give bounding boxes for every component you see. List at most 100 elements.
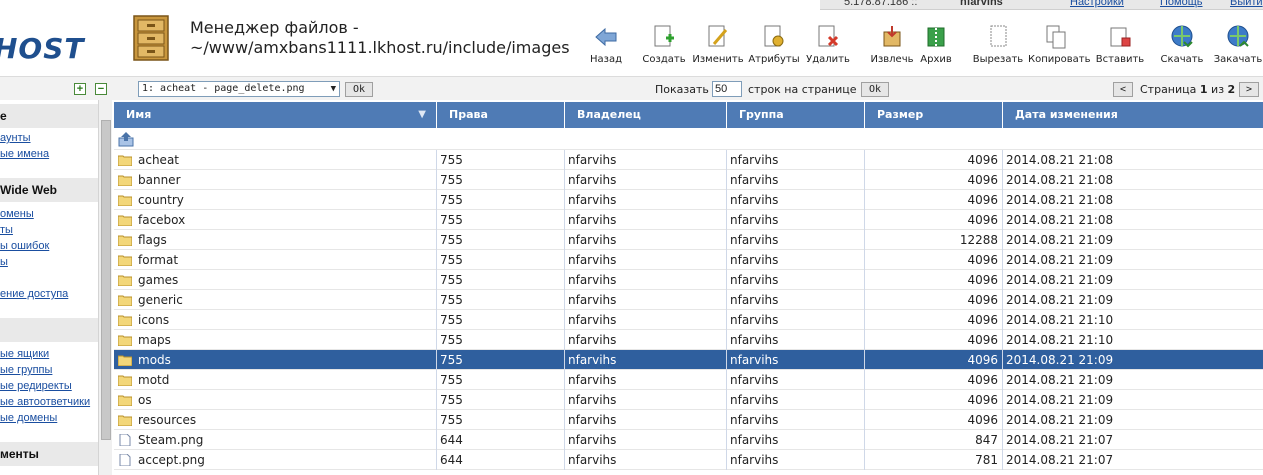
table-row[interactable]: motd 755 nfarvihs nfarvihs 4096 2014.08.21 21…	[114, 370, 1263, 390]
column-header-date[interactable]: Дата изменения	[1003, 102, 1263, 128]
delete-button[interactable]: Удалить	[800, 16, 856, 65]
archive-button[interactable]: Архив	[908, 16, 964, 65]
cell-size: 4096	[865, 410, 1003, 430]
collapse-all-icon[interactable]: −	[95, 83, 107, 95]
paste-icon	[1110, 27, 1131, 47]
next-page-button[interactable]: >	[1239, 82, 1259, 97]
table-row[interactable]: icons 755 nfarvihs nfarvihs 4096 2014.08.21 2…	[114, 310, 1263, 330]
attributes-icon	[764, 25, 784, 47]
create-button[interactable]: Создать	[636, 16, 692, 65]
parent-directory-row[interactable]	[114, 128, 1263, 150]
file-select[interactable]: 1: acheat - page_delete.png ▼	[138, 81, 340, 97]
sidebar-item-autoresponders[interactable]: ые автоответчики	[0, 396, 90, 408]
cell-group: nfarvihs	[727, 450, 865, 470]
up-directory-icon	[118, 132, 134, 147]
cell-name[interactable]: motd	[114, 370, 437, 390]
column-header-perm[interactable]: Права	[437, 102, 565, 128]
table-row[interactable]: format 755 nfarvihs nfarvihs 4096 2014.08.21 …	[114, 250, 1263, 270]
settings-link[interactable]: Настройки	[1070, 0, 1124, 8]
cell-perm: 755	[437, 170, 565, 190]
scrollbar-thumb[interactable]	[101, 120, 111, 440]
table-row[interactable]: generic 755 nfarvihs nfarvihs 4096 2014.08.21…	[114, 290, 1263, 310]
rows-ok-button[interactable]: Ok	[861, 82, 889, 97]
cell-name[interactable]: banner	[114, 170, 437, 190]
sidebar-item-names[interactable]: ые имена	[0, 148, 49, 160]
table-row[interactable]: maps 755 nfarvihs nfarvihs 4096 2014.08.21 21…	[114, 330, 1263, 350]
sidebar-item-mail-domains[interactable]: ые домены	[0, 412, 57, 424]
cell-name[interactable]: maps	[114, 330, 437, 350]
cut-button[interactable]: Вырезать	[970, 16, 1026, 65]
sidebar-item-access[interactable]: ение доступа	[0, 288, 68, 300]
cell-name[interactable]: format	[114, 250, 437, 270]
cell-size: 4096	[865, 310, 1003, 330]
sidebar-item-sites[interactable]: ты	[0, 224, 13, 236]
cell-owner: nfarvihs	[565, 450, 727, 470]
select-ok-button[interactable]: Ok	[345, 82, 373, 97]
cell-owner: nfarvihs	[565, 430, 727, 450]
cell-name[interactable]: games	[114, 270, 437, 290]
cell-size: 4096	[865, 330, 1003, 350]
cell-perm: 644	[437, 450, 565, 470]
cell-name[interactable]: acheat	[114, 150, 437, 170]
rows-per-page-input[interactable]: 50	[712, 81, 742, 97]
column-header-owner[interactable]: Владелец	[565, 102, 727, 128]
column-header-group[interactable]: Группа	[727, 102, 865, 128]
help-link[interactable]: Помощь	[1160, 0, 1203, 8]
table-row[interactable]: os 755 nfarvihs nfarvihs 4096 2014.08.21 21:0…	[114, 390, 1263, 410]
download-button[interactable]: Скачать	[1154, 16, 1210, 65]
sidebar-item-files[interactable]: ы	[0, 256, 8, 268]
table-row[interactable]: banner 755 nfarvihs nfarvihs 4096 2014.08.21 …	[114, 170, 1263, 190]
attributes-button[interactable]: Атрибуты	[746, 16, 802, 65]
paste-button[interactable]: Вставить	[1092, 16, 1148, 65]
prev-page-button[interactable]: <	[1113, 82, 1133, 97]
cell-perm: 755	[437, 150, 565, 170]
cell-name[interactable]: Steam.png	[114, 430, 437, 450]
table-row[interactable]: flags 755 nfarvihs nfarvihs 12288 2014.08.21 …	[114, 230, 1263, 250]
back-button[interactable]: Назад	[578, 16, 634, 65]
sidebar-item-mail-groups[interactable]: ые группы	[0, 364, 52, 376]
sidebar-section-title: e	[0, 104, 98, 128]
sidebar-item-redirects[interactable]: ые редиректы	[0, 380, 72, 392]
table-row[interactable]: country 755 nfarvihs nfarvihs 4096 2014.08.21…	[114, 190, 1263, 210]
cell-name[interactable]: mods	[114, 350, 437, 370]
column-header-name[interactable]: Имя ▼	[114, 102, 437, 128]
cell-perm: 644	[437, 430, 565, 450]
cell-owner: nfarvihs	[565, 410, 727, 430]
cell-date: 2014.08.21 21:09	[1006, 393, 1114, 407]
cell-size: 4096	[865, 150, 1003, 170]
table-row[interactable]: accept.png 644 nfarvihs nfarvihs 781 2014.08.…	[114, 450, 1263, 470]
sidebar-item-error-pages[interactable]: ы ошибок	[0, 240, 49, 252]
cell-name[interactable]: resources	[114, 410, 437, 430]
cell-name[interactable]: flags	[114, 230, 437, 250]
column-header-size[interactable]: Размер	[865, 102, 1003, 128]
sidebar-item-mailboxes[interactable]: ые ящики	[0, 348, 49, 360]
table-row[interactable]: resources 755 nfarvihs nfarvihs 4096 2014.08.…	[114, 410, 1263, 430]
cell-name[interactable]: country	[114, 190, 437, 210]
table-body: acheat 755 nfarvihs nfarvihs 4096 2014.08.21 …	[114, 150, 1263, 470]
cell-date: 2014.08.21 21:08	[1006, 213, 1114, 227]
sort-desc-icon: ▼	[418, 109, 426, 120]
cell-name[interactable]: icons	[114, 310, 437, 330]
cell-group: nfarvihs	[727, 370, 865, 390]
cell-perm: 755	[437, 330, 565, 350]
sidebar-scrollbar[interactable]	[98, 100, 112, 475]
cell-name[interactable]: facebox	[114, 210, 437, 230]
table-row[interactable]: acheat 755 nfarvihs nfarvihs 4096 2014.08.21 …	[114, 150, 1263, 170]
sidebar-item-accounts[interactable]: аунты	[0, 132, 31, 144]
sidebar-item-domains[interactable]: омены	[0, 208, 34, 220]
edit-button[interactable]: Изменить	[690, 16, 746, 65]
cell-name[interactable]: os	[114, 390, 437, 410]
expand-all-icon[interactable]: +	[74, 83, 86, 95]
logout-link[interactable]: Выйти	[1230, 0, 1263, 8]
table-row[interactable]: facebox 755 nfarvihs nfarvihs 4096 2014.08.21…	[114, 210, 1263, 230]
copy-button[interactable]: Копировать	[1028, 16, 1090, 65]
cell-name[interactable]: generic	[114, 290, 437, 310]
table-row[interactable]: mods 755 nfarvihs nfarvihs 4096 2014.08.21 21…	[114, 350, 1263, 370]
sidebar: e аунты ые имена Wide Web омены ты ы оши…	[0, 100, 98, 475]
upload-button[interactable]: Закачать	[1210, 16, 1263, 65]
cell-size: 4096	[865, 170, 1003, 190]
file-cabinet-icon	[133, 15, 169, 61]
cell-name[interactable]: accept.png	[114, 450, 437, 470]
table-row[interactable]: Steam.png 644 nfarvihs nfarvihs 847 2014.08.2…	[114, 430, 1263, 450]
table-row[interactable]: games 755 nfarvihs nfarvihs 4096 2014.08.21 2…	[114, 270, 1263, 290]
